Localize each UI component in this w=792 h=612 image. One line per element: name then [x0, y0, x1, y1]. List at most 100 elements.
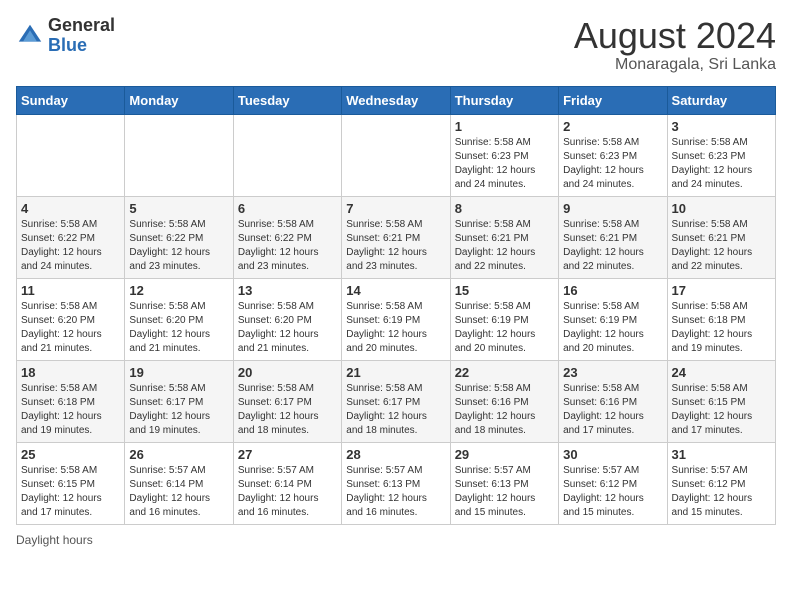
day-info: Sunrise: 5:58 AM Sunset: 6:18 PM Dayligh… — [672, 300, 771, 356]
day-header-tuesday: Tuesday — [233, 86, 341, 114]
day-header-sunday: Sunday — [17, 86, 125, 114]
day-info: Sunrise: 5:58 AM Sunset: 6:21 PM Dayligh… — [672, 218, 771, 274]
logo: General Blue — [16, 16, 115, 56]
calendar-cell: 28Sunrise: 5:57 AM Sunset: 6:13 PM Dayli… — [342, 442, 450, 524]
day-info: Sunrise: 5:58 AM Sunset: 6:20 PM Dayligh… — [238, 300, 337, 356]
day-info: Sunrise: 5:58 AM Sunset: 6:19 PM Dayligh… — [455, 300, 554, 356]
day-number: 7 — [346, 201, 445, 216]
day-number: 2 — [563, 119, 662, 134]
day-header-saturday: Saturday — [667, 86, 775, 114]
day-number: 5 — [129, 201, 228, 216]
calendar-cell: 4 Sunrise: 5:58 AM Sunset: 6:22 PM Daylig… — [17, 196, 125, 278]
calendar-cell: 19 Sunrise: 5:58 AM Sunset: 6:17 PM Dayli… — [125, 360, 233, 442]
header: General Blue August 2024 Monaragala, Sri… — [16, 16, 776, 74]
calendar-cell: 23 Sunrise: 5:58 AM Sunset: 6:16 PM Dayli… — [559, 360, 667, 442]
day-header-wednesday: Wednesday — [342, 86, 450, 114]
day-info: Sunrise: 5:57 AM Sunset: 6:13 PM Dayligh… — [455, 464, 554, 520]
day-info: Sunrise: 5:58 AM Sunset: 6:19 PM Dayligh… — [563, 300, 662, 356]
day-number: 15 — [455, 283, 554, 298]
logo-icon — [16, 22, 44, 50]
day-info: Sunrise: 5:58 AM Sunset: 6:19 PM Dayligh… — [346, 300, 445, 356]
day-number: 3 — [672, 119, 771, 134]
day-number: 22 — [455, 365, 554, 380]
day-info: Sunrise: 5:57 AM Sunset: 6:12 PM Dayligh… — [672, 464, 771, 520]
day-number: 21 — [346, 365, 445, 380]
day-number: 27 — [238, 447, 337, 462]
calendar-cell: 6Sunrise: 5:58 AM Sunset: 6:22 PM Daylig… — [233, 196, 341, 278]
day-number: 4 — [21, 201, 120, 216]
logo-general-text: General — [48, 16, 115, 36]
day-info: Sunrise: 5:58 AM Sunset: 6:18 PM Dayligh… — [21, 382, 120, 438]
calendar-cell: 26 Sunrise: 5:57 AM Sunset: 6:14 PM Dayli… — [125, 442, 233, 524]
logo-text: General Blue — [48, 16, 115, 56]
day-header-thursday: Thursday — [450, 86, 558, 114]
calendar-cell: 2 Sunrise: 5:58 AM Sunset: 6:23 PM Daylig… — [559, 114, 667, 196]
day-number: 13 — [238, 283, 337, 298]
week-row-2: 11 Sunrise: 5:58 AM Sunset: 6:20 PM Dayli… — [17, 278, 776, 360]
day-number: 18 — [21, 365, 120, 380]
calendar-cell: 31 Sunrise: 5:57 AM Sunset: 6:12 PM Dayli… — [667, 442, 775, 524]
calendar-cell: 16 Sunrise: 5:58 AM Sunset: 6:19 PM Dayli… — [559, 278, 667, 360]
calendar-cell: 18 Sunrise: 5:58 AM Sunset: 6:18 PM Dayli… — [17, 360, 125, 442]
day-info: Sunrise: 5:58 AM Sunset: 6:23 PM Dayligh… — [563, 136, 662, 192]
calendar-cell — [125, 114, 233, 196]
main-title: August 2024 — [574, 16, 776, 56]
calendar-cell: 7Sunrise: 5:58 AM Sunset: 6:21 PM Daylig… — [342, 196, 450, 278]
day-number: 16 — [563, 283, 662, 298]
calendar-cell: 14 Sunrise: 5:58 AM Sunset: 6:19 PM Dayli… — [342, 278, 450, 360]
day-number: 19 — [129, 365, 228, 380]
day-number: 24 — [672, 365, 771, 380]
day-number: 28 — [346, 447, 445, 462]
day-info: Sunrise: 5:58 AM Sunset: 6:21 PM Dayligh… — [563, 218, 662, 274]
day-number: 29 — [455, 447, 554, 462]
day-number: 14 — [346, 283, 445, 298]
calendar-cell: 3 Sunrise: 5:58 AM Sunset: 6:23 PM Daylig… — [667, 114, 775, 196]
calendar-cell: 15 Sunrise: 5:58 AM Sunset: 6:19 PM Dayli… — [450, 278, 558, 360]
calendar-cell: 25Sunrise: 5:58 AM Sunset: 6:15 PM Dayli… — [17, 442, 125, 524]
title-area: August 2024 Monaragala, Sri Lanka — [574, 16, 776, 74]
calendar-cell — [342, 114, 450, 196]
calendar-cell: 17 Sunrise: 5:58 AM Sunset: 6:18 PM Dayli… — [667, 278, 775, 360]
day-number: 12 — [129, 283, 228, 298]
day-info: Sunrise: 5:58 AM Sunset: 6:20 PM Dayligh… — [129, 300, 228, 356]
day-info: Sunrise: 5:57 AM Sunset: 6:14 PM Dayligh… — [129, 464, 228, 520]
calendar-table: SundayMondayTuesdayWednesdayThursdayFrid… — [16, 86, 776, 525]
day-info: Sunrise: 5:58 AM Sunset: 6:17 PM Dayligh… — [129, 382, 228, 438]
calendar-cell: 9Sunrise: 5:58 AM Sunset: 6:21 PM Daylig… — [559, 196, 667, 278]
week-row-3: 18 Sunrise: 5:58 AM Sunset: 6:18 PM Dayli… — [17, 360, 776, 442]
day-info: Sunrise: 5:58 AM Sunset: 6:17 PM Dayligh… — [238, 382, 337, 438]
calendar-cell: 22 Sunrise: 5:58 AM Sunset: 6:16 PM Dayli… — [450, 360, 558, 442]
day-number: 1 — [455, 119, 554, 134]
day-number: 26 — [129, 447, 228, 462]
day-info: Sunrise: 5:58 AM Sunset: 6:16 PM Dayligh… — [563, 382, 662, 438]
day-header-monday: Monday — [125, 86, 233, 114]
day-header-row: SundayMondayTuesdayWednesdayThursdayFrid… — [17, 86, 776, 114]
week-row-1: 4 Sunrise: 5:58 AM Sunset: 6:22 PM Daylig… — [17, 196, 776, 278]
day-number: 11 — [21, 283, 120, 298]
calendar-cell: 13 Sunrise: 5:58 AM Sunset: 6:20 PM Dayli… — [233, 278, 341, 360]
day-info: Sunrise: 5:58 AM Sunset: 6:22 PM Dayligh… — [21, 218, 120, 274]
day-number: 30 — [563, 447, 662, 462]
calendar-cell: 12 Sunrise: 5:58 AM Sunset: 6:20 PM Dayli… — [125, 278, 233, 360]
day-info: Sunrise: 5:58 AM Sunset: 6:23 PM Dayligh… — [672, 136, 771, 192]
day-number: 6 — [238, 201, 337, 216]
calendar-cell: 24Sunrise: 5:58 AM Sunset: 6:15 PM Dayli… — [667, 360, 775, 442]
calendar-cell: 1 Sunrise: 5:58 AM Sunset: 6:23 PM Daylig… — [450, 114, 558, 196]
day-number: 20 — [238, 365, 337, 380]
day-info: Sunrise: 5:58 AM Sunset: 6:20 PM Dayligh… — [21, 300, 120, 356]
day-info: Sunrise: 5:58 AM Sunset: 6:22 PM Dayligh… — [129, 218, 228, 274]
day-info: Sunrise: 5:58 AM Sunset: 6:17 PM Dayligh… — [346, 382, 445, 438]
week-row-4: 25Sunrise: 5:58 AM Sunset: 6:15 PM Dayli… — [17, 442, 776, 524]
day-info: Sunrise: 5:58 AM Sunset: 6:15 PM Dayligh… — [21, 464, 120, 520]
calendar-cell: 27Sunrise: 5:57 AM Sunset: 6:14 PM Dayli… — [233, 442, 341, 524]
day-info: Sunrise: 5:58 AM Sunset: 6:16 PM Dayligh… — [455, 382, 554, 438]
day-number: 17 — [672, 283, 771, 298]
calendar-cell — [233, 114, 341, 196]
day-number: 23 — [563, 365, 662, 380]
day-info: Sunrise: 5:58 AM Sunset: 6:23 PM Dayligh… — [455, 136, 554, 192]
calendar-cell: 30Sunrise: 5:57 AM Sunset: 6:12 PM Dayli… — [559, 442, 667, 524]
day-number: 31 — [672, 447, 771, 462]
calendar-cell: 10Sunrise: 5:58 AM Sunset: 6:21 PM Dayli… — [667, 196, 775, 278]
day-number: 8 — [455, 201, 554, 216]
calendar-cell: 29 Sunrise: 5:57 AM Sunset: 6:13 PM Dayli… — [450, 442, 558, 524]
